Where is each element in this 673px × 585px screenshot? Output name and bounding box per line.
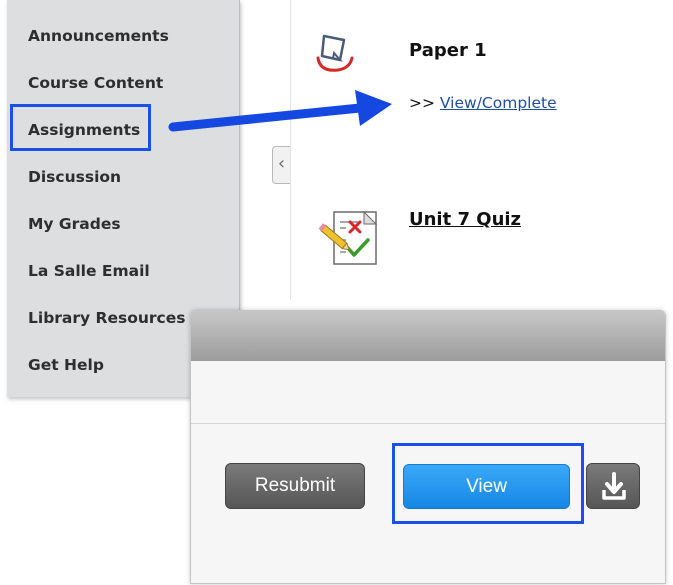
- annotation-arrow: [168, 90, 392, 132]
